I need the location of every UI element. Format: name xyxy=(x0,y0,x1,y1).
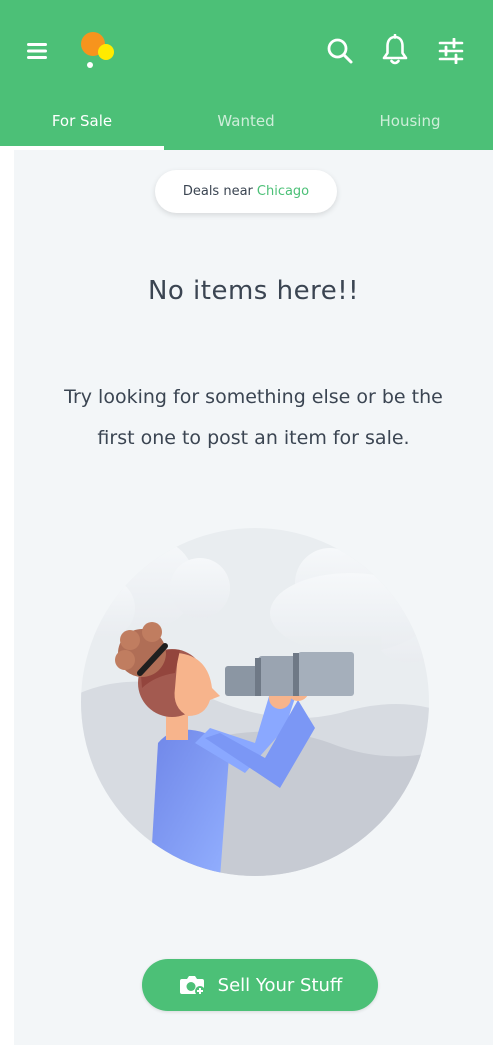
tab-for-sale[interactable]: For Sale xyxy=(0,98,164,150)
sliders-filter-icon[interactable] xyxy=(434,34,468,68)
bell-icon[interactable] xyxy=(378,32,412,68)
binoculars-illustration xyxy=(80,528,430,878)
app-header: For Sale Wanted Housing xyxy=(0,0,493,150)
empty-state-title: No items here!! xyxy=(147,276,360,306)
sell-your-stuff-button[interactable]: Sell Your Stuff xyxy=(142,959,378,1011)
tab-label: For Sale xyxy=(51,112,113,130)
tab-label: Housing xyxy=(379,112,441,130)
tab-wanted[interactable]: Wanted xyxy=(164,98,328,150)
location-prefix: Deals near xyxy=(182,184,253,199)
sell-button-label: Sell Your Stuff xyxy=(217,974,343,996)
location-city: Chicago xyxy=(256,184,310,199)
empty-state-message-line1: Try looking for something else or be the xyxy=(64,386,443,408)
location-pill[interactable]: Deals near Chicago xyxy=(155,170,337,213)
tab-housing[interactable]: Housing xyxy=(328,98,492,150)
category-tabs: For Sale Wanted Housing xyxy=(0,98,493,150)
app-logo-icon[interactable] xyxy=(78,30,120,72)
search-icon[interactable] xyxy=(323,34,357,68)
empty-state-message-line2: first one to post an item for sale. xyxy=(97,427,410,449)
camera-plus-icon xyxy=(178,972,206,998)
hamburger-menu-icon[interactable] xyxy=(22,36,52,66)
tab-label: Wanted xyxy=(217,112,275,130)
